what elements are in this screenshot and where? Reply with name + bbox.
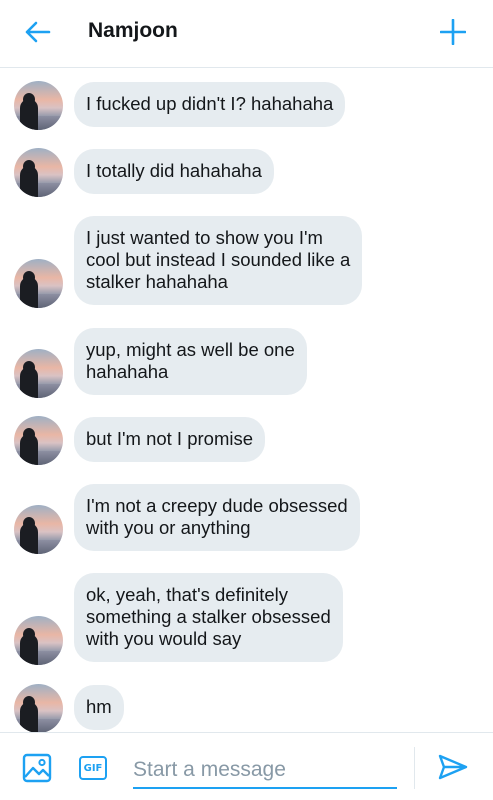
add-button[interactable] [437, 16, 469, 48]
send-button[interactable] [437, 753, 471, 783]
message-bubble[interactable]: I just wanted to show you I'm cool but i… [74, 216, 363, 305]
send-icon [438, 754, 468, 780]
gif-button[interactable]: GIF [79, 756, 107, 780]
avatar[interactable] [14, 505, 63, 554]
avatar[interactable] [14, 416, 63, 465]
composer-divider [414, 747, 415, 789]
message-input[interactable] [133, 753, 397, 789]
add-photo-button[interactable] [22, 753, 54, 783]
message-bubble[interactable]: I totally did hahahaha [74, 149, 274, 194]
message-bubble[interactable]: I'm not a creepy dude obsessed with you … [74, 484, 360, 551]
conversation-header: Namjoon [0, 0, 493, 68]
avatar[interactable] [14, 349, 63, 398]
avatar[interactable] [14, 684, 63, 732]
plus-icon [440, 19, 466, 45]
message-bubble[interactable]: ok, yeah, that's definitely something a … [74, 573, 343, 662]
message-composer: GIF [0, 732, 493, 800]
image-icon [22, 753, 52, 783]
avatar[interactable] [14, 148, 63, 197]
back-button[interactable] [22, 16, 54, 48]
message-bubble[interactable]: yup, might as well be one hahahaha [74, 328, 307, 395]
avatar[interactable] [14, 81, 63, 130]
conversation-title: Namjoon [88, 19, 178, 42]
message-bubble[interactable]: I fucked up didn't I? hahahaha [74, 82, 346, 127]
arrow-left-icon [25, 21, 51, 43]
message-list[interactable]: I fucked up didn't I? hahahaha I totally… [0, 69, 493, 732]
avatar[interactable] [14, 259, 63, 308]
message-bubble[interactable]: hm [74, 685, 124, 730]
avatar[interactable] [14, 616, 63, 665]
message-bubble[interactable]: but I'm not I promise [74, 417, 266, 462]
